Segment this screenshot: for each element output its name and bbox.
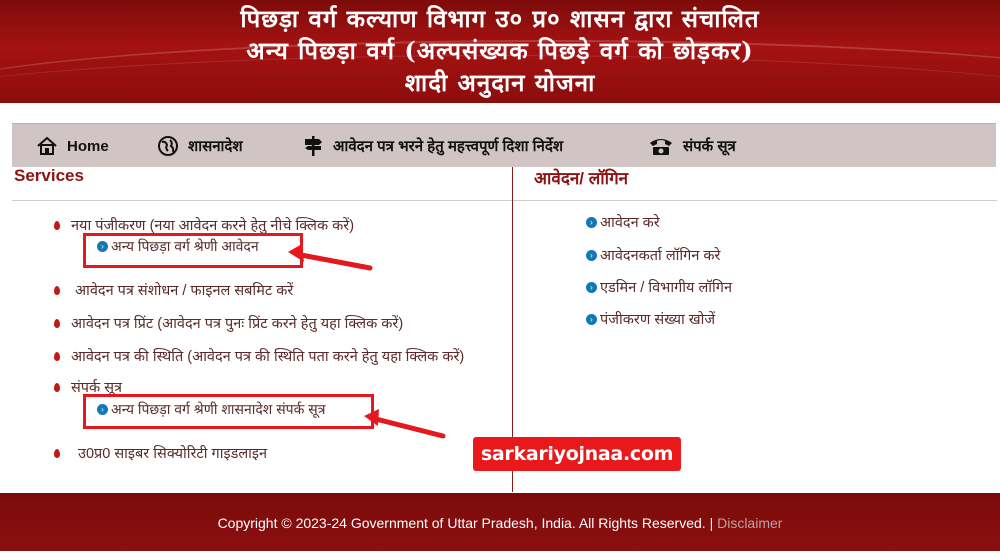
footer-disclaimer-link[interactable]: Disclaimer — [717, 515, 782, 531]
site-footer: Copyright © 2023-24 Government of Uttar … — [0, 493, 1000, 551]
footer-copyright: Copyright © 2023-24 Government of Uttar … — [217, 515, 718, 531]
annotation-arrow — [293, 251, 373, 271]
arrowhead-icon — [364, 409, 379, 426]
annotation-arrow — [369, 415, 446, 439]
watermark-badge: sarkariyojnaa.com — [473, 437, 681, 471]
arrowhead-icon — [288, 244, 304, 262]
